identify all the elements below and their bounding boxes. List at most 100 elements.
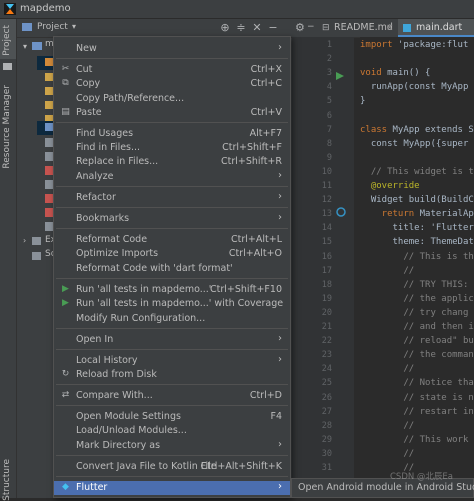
code-keyword: import: [360, 40, 393, 50]
menu-separator: [56, 58, 288, 59]
code-comment: // This work: [360, 434, 469, 445]
menu-item-shortcut: Ctrl+X: [250, 64, 282, 75]
menu-item-convert-java-file-to-kotlin-file[interactable]: Convert Java File to Kotlin File Ctrl+Alt…: [54, 460, 290, 474]
line-number: 8: [326, 138, 332, 149]
hide-icon[interactable]: −: [266, 21, 280, 35]
line-number: 26: [321, 392, 332, 403]
menu-item-reload-from-disk[interactable]: ↻ Reload from Disk: [54, 368, 290, 382]
editor-gutter: 1 2 3 4 5 6 7 8 9 10 11 12 13 14 15 16 17 18 19 20 21 22 23 24 2…: [292, 37, 354, 498]
code-line: runApp(const MyApp: [360, 82, 469, 92]
line-number: 15: [321, 237, 332, 248]
menu-item-label: Analyze: [76, 171, 114, 182]
code-comment: // try chang: [360, 307, 469, 318]
menu-item-modify-run-configuration[interactable]: Modify Run Configuration...: [54, 312, 290, 326]
menu-item-bookmarks[interactable]: Bookmarks ›: [54, 212, 290, 226]
code-line: // This work: [360, 435, 468, 445]
code-text: MyApp extends S: [387, 124, 474, 135]
menu-separator: [56, 122, 288, 123]
menu-item-run-all-tests-in-mapdemo[interactable]: ▶ Run 'all tests in mapdemo...' Ctrl+Shift…: [54, 283, 290, 297]
locate-icon[interactable]: ⊕: [218, 21, 232, 35]
code-comment: // state is n: [360, 392, 474, 403]
chevron-right-icon: ›: [278, 212, 282, 223]
file-icon: [45, 194, 53, 203]
file-icon: [45, 180, 53, 189]
line-number: 13: [321, 209, 332, 220]
menu-item-reformat-code[interactable]: Reformat Code Ctrl+Alt+L: [54, 233, 290, 247]
code-line: return MaterialAp: [360, 209, 474, 219]
menu-item-flutter[interactable]: ◆ Flutter ›: [54, 481, 290, 495]
close-icon[interactable]: ×: [386, 19, 394, 37]
settings-gear-icon[interactable]: ⚙: [295, 21, 305, 34]
line-number: 22: [321, 336, 332, 347]
line-number: 27: [321, 406, 332, 417]
line-number: 20: [321, 307, 332, 318]
menu-item-optimize-imports[interactable]: Optimize Imports Ctrl+Alt+O: [54, 247, 290, 261]
menu-item-label: Compare With...: [76, 390, 153, 401]
code-comment: // This is th: [360, 251, 474, 262]
menu-item-paste[interactable]: ▤ Paste Ctrl+V: [54, 106, 290, 120]
editor-tab-bar: ⚙ − ⊟ README.md × main.dart: [292, 19, 474, 38]
open-android-module-item[interactable]: Open Android module in Android Studio: [298, 482, 474, 493]
menu-item-compare-with[interactable]: ⇄ Compare With... Ctrl+D: [54, 389, 290, 403]
tab-main-dart[interactable]: main.dart: [398, 19, 474, 37]
tab-label: main.dart: [416, 22, 463, 33]
expand-all-icon[interactable]: ✕: [250, 21, 264, 35]
code-text: Widget build(BuildC: [360, 195, 474, 206]
line-number: 7: [326, 124, 332, 135]
code-comment: // the comman: [360, 350, 474, 361]
app-logo-icon: [4, 3, 16, 15]
menu-item-run-all-tests-in-mapdemo-with-coverage[interactable]: ▶ Run 'all tests in mapdemo...' with Cove…: [54, 297, 290, 311]
tree-collapse-icon[interactable]: ›: [23, 236, 26, 245]
menu-item-load-unload-modules[interactable]: Load/Unload Modules...: [54, 424, 290, 438]
project-root-folder-icon: [32, 42, 42, 50]
code-line: // state is n: [360, 392, 474, 403]
override-gutter-icon[interactable]: [336, 207, 346, 217]
menu-item-shortcut: Ctrl+V: [250, 107, 282, 118]
menu-item-reformat-code-with-dart-format[interactable]: Reformat Code with 'dart format': [54, 262, 290, 276]
menu-item-mark-directory-as[interactable]: Mark Directory as ›: [54, 439, 290, 453]
menu-item-find-usages[interactable]: Find Usages Alt+F7: [54, 127, 290, 141]
markdown-file-icon: ⊟: [322, 23, 330, 33]
paste-icon: ▤: [61, 107, 70, 117]
line-number: 18: [321, 279, 332, 290]
code-line: class MyApp extends S: [360, 125, 474, 135]
line-number: 12: [321, 195, 332, 206]
code-editor[interactable]: import 'package:flut void main() { runApp…: [360, 37, 474, 498]
menu-item-refactor[interactable]: Refactor ›: [54, 191, 290, 205]
code-keyword: void: [360, 68, 382, 79]
menu-item-shortcut: Ctrl+Alt+L: [231, 234, 282, 245]
resource-manager-tool-tab[interactable]: Resource Manager: [2, 85, 12, 169]
menu-item-copy[interactable]: ⧉ Copy Ctrl+C: [54, 77, 290, 91]
menu-item-local-history[interactable]: Local History ›: [54, 354, 290, 368]
project-tool-tab[interactable]: Project: [2, 25, 12, 56]
project-view-selector[interactable]: Project: [37, 22, 68, 32]
tree-expand-icon[interactable]: ▾: [23, 42, 27, 51]
tab-readme[interactable]: ⊟ README.md ×: [318, 19, 396, 37]
menu-item-label: Optimize Imports: [76, 248, 159, 259]
run-gutter-icon[interactable]: [336, 72, 344, 80]
code-line: // try chang: [360, 308, 468, 318]
chevron-down-icon[interactable]: ▾: [72, 22, 76, 31]
menu-item-open-in[interactable]: Open In ›: [54, 333, 290, 347]
menu-item-copy-path-reference[interactable]: Copy Path/Reference...: [54, 92, 290, 106]
minimize-icon[interactable]: −: [307, 22, 315, 32]
menu-item-shortcut: Ctrl+Alt+O: [228, 248, 282, 259]
menu-item-new[interactable]: New ›: [54, 42, 290, 56]
structure-tool-tab[interactable]: Structure: [2, 459, 12, 501]
menu-item-cut[interactable]: ✂ Cut Ctrl+X: [54, 63, 290, 77]
code-line: }: [360, 96, 365, 106]
menu-item-replace-in-files[interactable]: Replace in Files... Ctrl+Shift+R: [54, 155, 290, 169]
menu-item-open-module-settings[interactable]: Open Module Settings F4: [54, 410, 290, 424]
library-icon: [32, 237, 41, 245]
menu-item-find-in-files[interactable]: Find in Files... Ctrl+Shift+F: [54, 141, 290, 155]
menu-item-label: Bookmarks: [76, 213, 130, 224]
code-annotation: @override: [360, 181, 420, 191]
run-icon: ▶: [62, 298, 69, 308]
collapse-all-icon[interactable]: ≑: [234, 21, 248, 35]
code-comment: // and then i: [360, 322, 474, 332]
code-line: // the applic: [360, 294, 473, 304]
menu-item-analyze[interactable]: Analyze ›: [54, 170, 290, 184]
code-comment: // This widget is t: [360, 166, 474, 177]
menu-item-label: Convert Java File to Kotlin File: [76, 461, 217, 472]
menu-item-label: Copy Path/Reference...: [76, 93, 185, 104]
